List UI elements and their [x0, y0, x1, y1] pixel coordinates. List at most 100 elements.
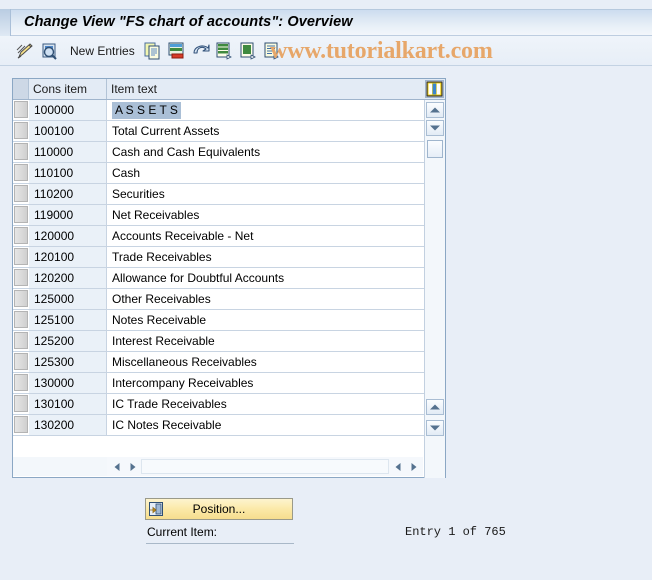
cell-cons-item[interactable]: 130000 [29, 373, 107, 393]
variant-icon[interactable] [264, 42, 281, 63]
title-bar-accent-strip [0, 9, 11, 36]
cell-item-text[interactable]: Other Receivables [107, 289, 211, 309]
horizontal-scroll-track[interactable] [141, 459, 389, 474]
pencil-display-change-icon[interactable] [16, 42, 35, 63]
cell-cons-item[interactable]: 100000 [29, 100, 107, 120]
cell-item-text[interactable]: IC Notes Receivable [107, 415, 221, 435]
undo-icon[interactable] [192, 42, 211, 63]
table-row[interactable]: 100100 Total Current Assets [13, 121, 445, 142]
vertical-scrollbar[interactable] [424, 100, 445, 478]
row-select-button[interactable] [14, 353, 28, 370]
cell-cons-item[interactable]: 130100 [29, 394, 107, 414]
delete-row-icon[interactable] [168, 42, 185, 63]
row-select-button[interactable] [14, 101, 28, 118]
row-select-button[interactable] [14, 290, 28, 307]
cell-cons-item[interactable]: 125000 [29, 289, 107, 309]
cell-cons-item[interactable]: 110100 [29, 163, 107, 183]
table-row[interactable]: 110000 Cash and Cash Equivalents [13, 142, 445, 163]
scroll-up-button[interactable] [426, 102, 444, 118]
deselect-all-icon[interactable] [240, 42, 257, 63]
column-header-cons-item[interactable]: Cons item [29, 79, 107, 99]
current-item-field[interactable] [146, 543, 294, 544]
row-select-button[interactable] [14, 185, 28, 202]
row-select-column-header[interactable] [13, 79, 29, 99]
row-select-button[interactable] [14, 227, 28, 244]
cell-cons-item[interactable]: 125100 [29, 310, 107, 330]
cell-cons-item[interactable]: 110000 [29, 142, 107, 162]
cell-cons-item[interactable]: 120000 [29, 226, 107, 246]
cell-item-text[interactable]: Total Current Assets [107, 121, 219, 141]
cell-cons-item[interactable]: 119000 [29, 205, 107, 225]
cell-item-text[interactable]: Cash and Cash Equivalents [107, 142, 260, 162]
table-row[interactable]: 125300 Miscellaneous Receivables [13, 352, 445, 373]
row-select-button[interactable] [14, 332, 28, 349]
cell-cons-item[interactable]: 120100 [29, 247, 107, 267]
copy-as-icon[interactable] [144, 42, 161, 63]
table-row[interactable]: 110100 Cash [13, 163, 445, 184]
scroll-right-button[interactable] [125, 459, 140, 474]
cell-item-text[interactable]: IC Trade Receivables [107, 394, 227, 414]
table-row[interactable]: 120100 Trade Receivables [13, 247, 445, 268]
window-title-bar: Change View "FS chart of accounts": Over… [0, 9, 652, 36]
row-select-button[interactable] [14, 374, 28, 391]
cell-item-text[interactable]: Trade Receivables [107, 247, 212, 267]
scroll-left-button[interactable] [109, 459, 124, 474]
cell-item-text[interactable]: A S S E T S [107, 100, 181, 120]
table-row[interactable]: 125000 Other Receivables [13, 289, 445, 310]
row-select-button[interactable] [14, 395, 28, 412]
cell-cons-item[interactable]: 125300 [29, 352, 107, 372]
cell-cons-item[interactable]: 110200 [29, 184, 107, 204]
table-row[interactable]: 120000 Accounts Receivable - Net [13, 226, 445, 247]
table-row[interactable]: 100000 A S S E T S [13, 100, 445, 121]
cell-item-text[interactable]: Notes Receivable [107, 310, 206, 330]
table-settings-icon[interactable] [425, 80, 444, 98]
cell-item-text[interactable]: Intercompany Receivables [107, 373, 253, 393]
cell-item-text[interactable]: Accounts Receivable - Net [107, 226, 253, 246]
table-row[interactable]: 125100 Notes Receivable [13, 310, 445, 331]
cell-item-text[interactable]: Miscellaneous Receivables [107, 352, 257, 372]
cell-item-text[interactable]: Cash [107, 163, 140, 183]
table-row[interactable]: 130100 IC Trade Receivables [13, 394, 445, 415]
cell-item-text[interactable]: Securities [107, 184, 165, 204]
row-select-button[interactable] [14, 248, 28, 265]
horizontal-scrollbar[interactable] [107, 457, 423, 476]
position-button[interactable]: Position... [145, 498, 293, 520]
row-select-button[interactable] [14, 269, 28, 286]
row-select-button[interactable] [14, 122, 28, 139]
new-entries-button[interactable]: New Entries [70, 44, 135, 58]
scroll-down-button[interactable] [426, 120, 444, 136]
entry-status-text: Entry 1 of 765 [405, 525, 506, 539]
row-select-button[interactable] [14, 416, 28, 433]
table-body: 100000 A S S E T S 100100 Total Current Ass… [13, 100, 445, 457]
vertical-scroll-thumb[interactable] [427, 140, 443, 158]
table-row[interactable]: 125200 Interest Receivable [13, 331, 445, 352]
select-all-icon[interactable] [216, 42, 233, 63]
table-row[interactable]: 130200 IC Notes Receivable [13, 415, 445, 436]
row-select-button[interactable] [14, 206, 28, 223]
cell-item-text[interactable]: Interest Receivable [107, 331, 215, 351]
cell-cons-item[interactable]: 125200 [29, 331, 107, 351]
current-item-label: Current Item: [147, 525, 218, 539]
cell-item-text[interactable]: Allowance for Doubtful Accounts [107, 268, 284, 288]
table-row[interactable]: 120200 Allowance for Doubtful Accounts [13, 268, 445, 289]
row-select-button[interactable] [14, 164, 28, 181]
cell-cons-item[interactable]: 100100 [29, 121, 107, 141]
horizontal-scrollbar-spacer [13, 457, 107, 476]
cell-cons-item[interactable]: 120200 [29, 268, 107, 288]
page-down-button[interactable] [426, 420, 444, 436]
page-title: Change View "FS chart of accounts": Over… [24, 14, 353, 30]
row-select-button[interactable] [14, 143, 28, 160]
scroll-far-left-button[interactable] [390, 459, 405, 474]
scroll-far-right-button[interactable] [406, 459, 421, 474]
table-row[interactable]: 119000 Net Receivables [13, 205, 445, 226]
table-row[interactable]: 130000 Intercompany Receivables [13, 373, 445, 394]
table-row[interactable]: 110200 Securities [13, 184, 445, 205]
main-toolbar: New Entries [0, 36, 652, 66]
page-up-button[interactable] [426, 399, 444, 415]
column-header-item-text[interactable]: Item text [107, 79, 423, 99]
cell-cons-item[interactable]: 130200 [29, 415, 107, 435]
magnifier-details-icon[interactable] [40, 42, 59, 63]
position-button-label: Position... [192, 502, 246, 516]
row-select-button[interactable] [14, 311, 28, 328]
cell-item-text[interactable]: Net Receivables [107, 205, 199, 225]
